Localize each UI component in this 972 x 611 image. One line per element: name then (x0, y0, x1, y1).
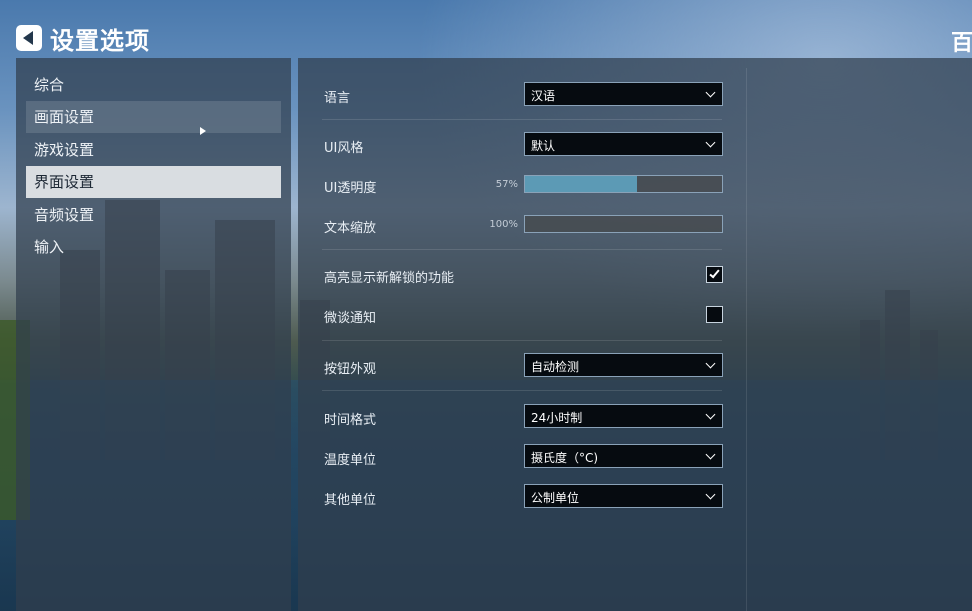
slider-fill (525, 176, 638, 192)
language-dropdown[interactable]: 汉语 (524, 82, 723, 106)
dropdown-value: 公制单位 (531, 491, 580, 505)
sidebar-item-label: 综合 (34, 76, 65, 94)
sidebar-item-label: 输入 (34, 238, 65, 256)
right-header-title: 百 (951, 31, 972, 56)
time-format-label: 时间格式 (324, 413, 377, 428)
dropdown-value: 24小时制 (531, 411, 583, 425)
other-units-dropdown[interactable]: 公制单位 (524, 484, 723, 508)
ui-opacity-percent: 57% (495, 179, 518, 190)
ui-style-dropdown[interactable]: 默认 (524, 132, 723, 156)
dropdown-value: 汉语 (531, 89, 556, 103)
panel-divider (746, 68, 747, 611)
sidebar-item-gameplay[interactable]: 游戏设置 (26, 134, 281, 166)
temperature-unit-dropdown[interactable]: 摄氏度（°C) (524, 444, 723, 468)
other-units-label: 其他单位 (324, 493, 377, 508)
dropdown-value: 默认 (531, 139, 556, 153)
top-bar: 设置选项 百 (0, 0, 972, 58)
chevron-down-icon (705, 137, 716, 148)
text-scale-label: 文本缩放 (324, 221, 377, 236)
text-scale-slider[interactable] (524, 215, 723, 233)
button-appearance-dropdown[interactable]: 自动检测 (524, 353, 723, 377)
section-divider (322, 119, 722, 120)
sidebar-item-general[interactable]: 综合 (26, 69, 281, 101)
page-title: 设置选项 (50, 27, 150, 55)
highlight-unlocks-checkbox[interactable] (706, 266, 723, 283)
time-format-dropdown[interactable]: 24小时制 (524, 404, 723, 428)
sidebar-item-input[interactable]: 输入 (26, 231, 281, 263)
sidebar-item-audio[interactable]: 音频设置 (26, 199, 281, 231)
checkmark-icon (709, 267, 720, 279)
sidebar-item-graphics[interactable]: 画面设置 (26, 101, 281, 133)
text-scale-percent: 100% (489, 219, 518, 230)
chevron-down-icon (705, 409, 716, 420)
temperature-unit-label: 温度单位 (324, 453, 377, 468)
back-button[interactable] (16, 25, 42, 51)
ui-opacity-label: UI透明度 (324, 181, 377, 196)
chirper-notifications-label: 微谈通知 (324, 311, 377, 326)
sidebar-item-label: 音频设置 (34, 206, 95, 224)
chevron-down-icon (705, 87, 716, 98)
chevron-down-icon (705, 489, 716, 500)
chevron-down-icon (705, 449, 716, 460)
sidebar-item-label: 界面设置 (34, 173, 95, 191)
dropdown-value: 摄氏度（°C) (531, 451, 599, 465)
section-divider (322, 340, 722, 341)
section-divider (322, 249, 722, 250)
language-label: 语言 (324, 91, 351, 106)
back-arrow-icon (23, 31, 33, 45)
chevron-down-icon (705, 358, 716, 369)
section-divider (322, 390, 722, 391)
highlight-unlocks-label: 高亮显示新解锁的功能 (324, 271, 455, 286)
sidebar-item-label: 游戏设置 (34, 141, 95, 159)
sidebar-item-label: 画面设置 (34, 108, 95, 126)
ui-style-label: UI风格 (324, 141, 364, 156)
button-appearance-label: 按钮外观 (324, 362, 377, 377)
dropdown-value: 自动检测 (531, 360, 580, 374)
sidebar-item-interface[interactable]: 界面设置 (26, 166, 281, 198)
settings-sidebar: 综合 画面设置 游戏设置 界面设置 音频设置 输入 (16, 58, 291, 611)
ui-opacity-slider[interactable] (524, 175, 723, 193)
chirper-notifications-checkbox[interactable] (706, 306, 723, 323)
